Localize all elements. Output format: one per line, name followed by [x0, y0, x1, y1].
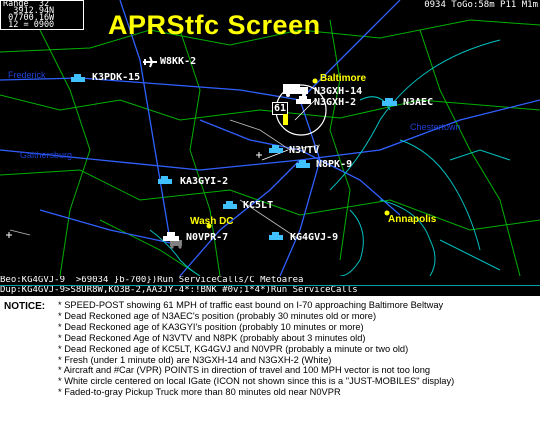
station-n3gxh-14[interactable]: N3GXH-14: [314, 86, 362, 97]
notice-panel: NOTICE: SPEED-POST showing 61 MPH of tra…: [0, 297, 540, 422]
status-line-1: Beo:KG4GVJ-9 >69034 }b-700})Run ServiceC…: [0, 276, 540, 285]
notice-list: SPEED-POST showing 61 MPH of traffic eas…: [58, 300, 454, 398]
notice-item: Aircraft and #Car (VPR) POINTS in direct…: [58, 365, 454, 376]
notice-item: Fresh (under 1 minute old) are N3GXH-14 …: [58, 355, 454, 366]
station-kg4gvj-9[interactable]: KG4GVJ-9: [290, 232, 338, 243]
map-view[interactable]: Range 32 3912.94N 07700.16W 12 = 0900 09…: [0, 0, 540, 296]
notice-item: SPEED-POST showing 61 MPH of traffic eas…: [58, 300, 454, 311]
car-icon[interactable]: [268, 232, 284, 242]
station-n3aec[interactable]: N3AEC: [403, 97, 433, 108]
car-icon[interactable]: [381, 98, 399, 108]
car-icon[interactable]: [268, 145, 284, 155]
status-line-2: Dup:KG4GVJ-9>S8UR8W,KO3B-2,AA3JY-4*:!BNK…: [0, 285, 540, 295]
notice-item: Dead Reckoned Age of N3VTV and N8PK (pro…: [58, 333, 454, 344]
notice-item: Dead Reckoned age of N3AEC's position (p…: [58, 311, 454, 322]
aircraft-icon[interactable]: [142, 56, 158, 68]
station-n3gxh-2[interactable]: N3GXH-2: [314, 97, 356, 108]
notice-item: Dead Reckoned age of KA3GYI's position (…: [58, 322, 454, 333]
notice-label: NOTICE:: [4, 301, 46, 312]
station-n3vtv[interactable]: N3VTV: [289, 145, 319, 156]
station-k3pdk-15[interactable]: K3PDK-15: [92, 72, 140, 83]
car-icon[interactable]: [157, 176, 173, 186]
station-kc5lt[interactable]: KC5LT: [243, 200, 273, 211]
car-icon[interactable]: [295, 96, 313, 106]
notice-item: White circle centered on local IGate (IC…: [58, 376, 454, 387]
car-icon[interactable]: [295, 160, 311, 170]
station-n0vpr-7[interactable]: N0VPR-7: [186, 232, 228, 243]
station-w8kk-2[interactable]: W8KK-2: [160, 56, 196, 67]
car-icon[interactable]: [70, 74, 86, 84]
speed-post-marker: [283, 114, 288, 125]
notice-item: Dead Reckoned age of KC5LT, KG4GVJ and N…: [58, 344, 454, 355]
notice-item: Faded-to-gray Pickup Truck more than 80 …: [58, 387, 454, 398]
station-n8pk-9[interactable]: N8PK-9: [316, 159, 352, 170]
station-ka3gyi-2[interactable]: KA3GYI-2: [180, 176, 228, 187]
car-icon[interactable]: [222, 201, 238, 211]
car-icon[interactable]: [162, 232, 182, 244]
